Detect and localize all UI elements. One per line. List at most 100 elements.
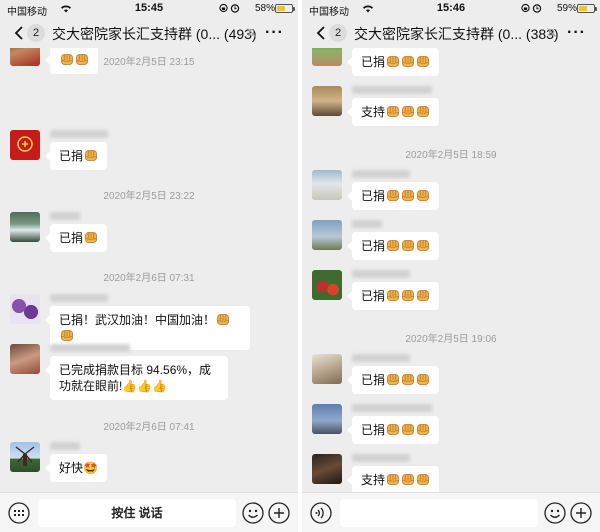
avatar-child[interactable] — [10, 344, 40, 374]
message-bubble[interactable]: 支持 — [346, 466, 440, 492]
avatar-red-logo[interactable] — [10, 130, 40, 160]
fist-emoji-icon — [402, 106, 414, 117]
fist-emoji-icon — [417, 190, 429, 201]
more-icon[interactable]: ··· — [567, 24, 586, 42]
fist-emoji-icon — [387, 56, 399, 67]
status-time: 15:46 — [436, 2, 466, 14]
sender-name-blurred — [352, 86, 432, 94]
message-bubble[interactable]: 已捐 — [346, 416, 440, 444]
timestamp: 2020年2月5日 23:15 — [103, 57, 195, 68]
message-input[interactable] — [340, 499, 538, 527]
fist-emoji-icon — [387, 190, 399, 201]
keyboard-icon[interactable] — [8, 502, 30, 524]
sender-name-blurred — [50, 212, 80, 220]
sender-name-blurred — [352, 270, 410, 278]
fist-emoji-icon — [387, 106, 399, 117]
sender-name-blurred — [352, 404, 432, 412]
avatar-flowers[interactable] — [10, 294, 40, 324]
right-screenshot: 中国移动 15:46 59% 2 交大密院家长汇支持群 (0... (383) … — [302, 0, 600, 532]
mute-bell-icon — [247, 28, 256, 37]
avatar-landscape[interactable] — [10, 212, 40, 242]
avatar-building[interactable] — [312, 86, 342, 116]
hold-to-talk-button[interactable]: 按住 说话 — [38, 499, 236, 527]
avatar-woman[interactable] — [312, 354, 342, 384]
message: 已捐 — [10, 130, 288, 190]
plus-icon[interactable] — [268, 502, 290, 524]
unread-badge[interactable]: 2 — [329, 24, 347, 42]
more-icon[interactable]: ··· — [265, 24, 284, 42]
message-bubble[interactable]: 已捐 — [44, 224, 108, 252]
alarm-icon — [230, 4, 240, 13]
message: 支持 — [312, 454, 590, 492]
avatar-city[interactable] — [312, 404, 342, 434]
fist-emoji-icon — [387, 290, 399, 301]
input-bar: 按住 说话 — [0, 492, 298, 532]
avatar-violin[interactable] — [312, 454, 342, 484]
message-bubble[interactable]: 已捐 — [346, 366, 440, 394]
battery-icon — [275, 4, 295, 13]
chat-list[interactable]: 已捐 支持 2020年2月5日 18:59 已捐 已捐 已捐 2020年2月5日… — [302, 48, 600, 492]
message: 已捐 — [312, 270, 590, 330]
timestamp: 2020年2月5日 19:06 — [405, 334, 497, 345]
fist-emoji-icon — [417, 424, 429, 435]
fist-emoji-icon — [217, 314, 229, 325]
unread-badge[interactable]: 2 — [27, 24, 45, 42]
fist-emoji-icon — [417, 106, 429, 117]
avatar-silos[interactable] — [312, 170, 342, 200]
status-bar: 中国移动 15:46 59% — [302, 0, 600, 18]
emoji-icon[interactable] — [544, 502, 566, 524]
fist-emoji-icon — [417, 290, 429, 301]
voice-icon[interactable] — [310, 502, 332, 524]
message-bubble[interactable]: 已捐 — [346, 232, 440, 260]
fist-emoji-icon — [402, 424, 414, 435]
input-bar — [302, 492, 600, 532]
chat-header: 2 交大密院家长汇支持群 (0... (493) ··· — [0, 18, 298, 48]
sender-name-blurred — [50, 344, 130, 352]
status-bar: 中国移动 15:45 58% — [0, 0, 298, 18]
battery-percent: 58% — [254, 3, 275, 14]
orientation-lock-icon — [521, 3, 530, 13]
emoji-icon[interactable] — [242, 502, 264, 524]
fist-emoji-icon — [402, 290, 414, 301]
fist-emoji-icon — [417, 56, 429, 67]
timestamp: 2020年2月6日 07:41 — [103, 422, 195, 433]
sender-name-blurred — [50, 442, 80, 450]
timestamp: 2020年2月5日 18:59 — [405, 150, 497, 161]
message-bubble[interactable]: 好快🤩 — [45, 454, 107, 482]
sender-name-blurred — [352, 170, 410, 178]
fist-emoji-icon — [417, 240, 429, 251]
avatar-windmill[interactable] — [10, 442, 40, 472]
message-bubble[interactable]: 已捐 — [44, 142, 108, 170]
message-bubble[interactable]: 支持 — [346, 98, 440, 126]
message: 好快🤩 — [10, 442, 288, 492]
avatar-standing[interactable] — [312, 220, 342, 250]
message-bubble[interactable]: 已捐 — [346, 182, 440, 210]
left-screenshot: 中国移动 15:45 58% 2 交大密院家长汇支持群 (0... (493) … — [0, 0, 298, 532]
plus-icon[interactable] — [570, 502, 592, 524]
back-chevron-icon[interactable] — [314, 25, 330, 41]
message-bubble[interactable]: 已完成捐款目标 94.56%，成功就在眼前!👍👍👍 — [45, 356, 228, 400]
message-bubble[interactable]: 已捐 — [346, 48, 440, 76]
avatar-fruit[interactable] — [312, 270, 342, 300]
battery-percent: 59% — [556, 3, 577, 14]
status-time: 15:45 — [134, 2, 164, 14]
timestamp: 2020年2月6日 07:31 — [103, 273, 195, 284]
fist-emoji-icon — [387, 374, 399, 385]
message: 已完成捐款目标 94.56%，成功就在眼前!👍👍👍 — [10, 344, 288, 404]
avatar-garden[interactable] — [312, 48, 342, 66]
fist-emoji-icon — [387, 474, 399, 485]
timestamp: 2020年2月5日 23:22 — [103, 191, 195, 202]
message: 已捐 — [10, 212, 288, 272]
fist-emoji-icon — [402, 374, 414, 385]
chat-title[interactable]: 交大密院家长汇支持群 (0... (493) — [52, 24, 257, 44]
sender-name-blurred — [352, 454, 410, 462]
fist-emoji-icon — [402, 474, 414, 485]
fist-emoji-icon — [85, 150, 97, 161]
message-bubble[interactable]: 已捐 — [346, 282, 440, 310]
chat-list[interactable]: 2020年2月5日 23:15 已捐 2020年2月5日 23:22 已捐 20… — [0, 48, 298, 492]
chat-title[interactable]: 交大密院家长汇支持群 (0... (383) — [354, 24, 559, 44]
fist-emoji-icon — [402, 240, 414, 251]
fist-emoji-icon — [85, 232, 97, 243]
back-chevron-icon[interactable] — [12, 25, 28, 41]
fist-emoji-icon — [402, 190, 414, 201]
